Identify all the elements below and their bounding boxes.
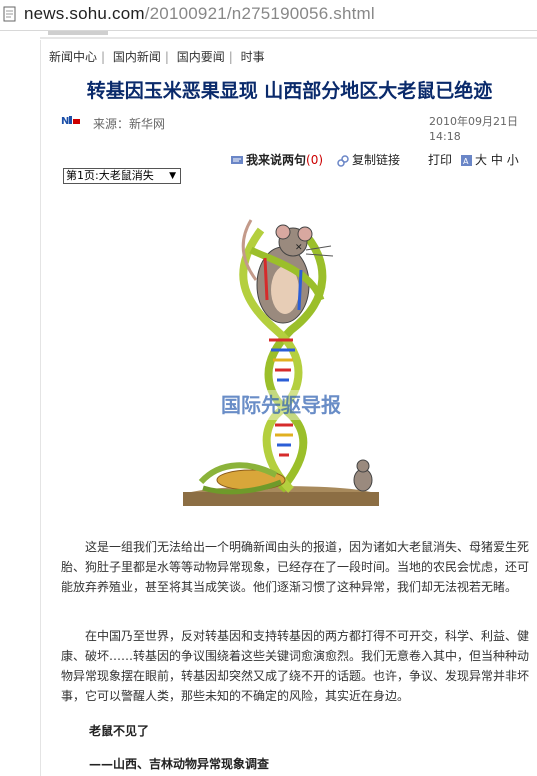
comment-count: (0) [306, 153, 324, 167]
copy-link-button[interactable]: 复制链接 [337, 151, 400, 168]
url-host: news.sohu.com [24, 4, 145, 23]
article-time: 14:18 [429, 130, 461, 143]
breadcrumb-item-domestic-news[interactable]: 国内新闻 [113, 50, 161, 64]
url-path: /20100921/n275190056.shtml [144, 4, 375, 23]
comment-label: 我来说两句 [246, 153, 307, 167]
svg-text:N: N [61, 116, 69, 127]
watermark-text: 国际先驱导报 [221, 393, 341, 417]
svg-text:✕: ✕ [295, 243, 303, 253]
subheading-survey: ——山西、吉林动物异常现象调查 [89, 757, 270, 771]
article-page: 新闻中心 | 国内新闻 | 国内要闻 | 时事 转基因玉米恶果显现 山西部分地区大老鼠… [40, 40, 537, 776]
article-datetime: 2010年09月21日 14:18 [429, 114, 529, 144]
font-size-controls: A 大 中 小 [461, 151, 519, 168]
dropdown-arrow-icon: ▼ [169, 171, 176, 181]
body-paragraph-1: 这是一组我们无法给出一个明确新闻由头的报道，因为诸如大老鼠消失、母猪爱生死胎、狗… [61, 540, 530, 594]
comment-link[interactable]: 我来说两句(0) [231, 151, 323, 168]
article-source: 来源：新华网 [93, 117, 166, 131]
url-text[interactable]: news.sohu.com/20100921/n275190056.shtml [24, 4, 375, 24]
breadcrumb-item-news-center[interactable]: 新闻中心 [49, 50, 97, 64]
svg-text:A: A [463, 157, 469, 166]
page-icon [3, 6, 16, 22]
font-large-button[interactable]: 大 [475, 153, 487, 167]
link-icon [337, 154, 349, 167]
copy-link-label: 复制链接 [352, 153, 401, 167]
breadcrumb-item-domestic-headlines[interactable]: 国内要闻 [177, 50, 225, 64]
print-label: 打印 [428, 153, 453, 167]
subheading-rats-gone: 老鼠不见了 [89, 724, 150, 738]
font-small-button[interactable]: 小 [507, 153, 519, 167]
page-select-value: 第1页:大老鼠消失 [66, 169, 154, 182]
xinhua-logo-icon: N [61, 114, 81, 127]
address-bar[interactable]: news.sohu.com/20100921/n275190056.shtml [0, 0, 537, 31]
font-medium-button[interactable]: 中 [491, 153, 503, 167]
breadcrumb: 新闻中心 | 国内新闻 | 国内要闻 | 时事 [49, 50, 265, 64]
print-button[interactable]: 打印 [428, 151, 452, 168]
font-size-icon: A [461, 155, 472, 166]
breadcrumb-item-current-affairs[interactable]: 时事 [241, 50, 265, 64]
page-select[interactable]: 第1页:大老鼠消失 ▼ [63, 168, 181, 184]
dna-rat-illustration: ✕ 国际先驱导报 [183, 219, 379, 506]
comment-icon [231, 155, 243, 164]
article-date: 2010年09月21日 [429, 115, 518, 128]
article-title: 转基因玉米恶果显现 山西部分地区大老鼠已绝迹 [86, 80, 493, 102]
body-paragraph-2: 在中国乃至世界，反对转基因和支持转基因的两方都打得不可开交，科学、利益、健康、破… [61, 629, 530, 703]
